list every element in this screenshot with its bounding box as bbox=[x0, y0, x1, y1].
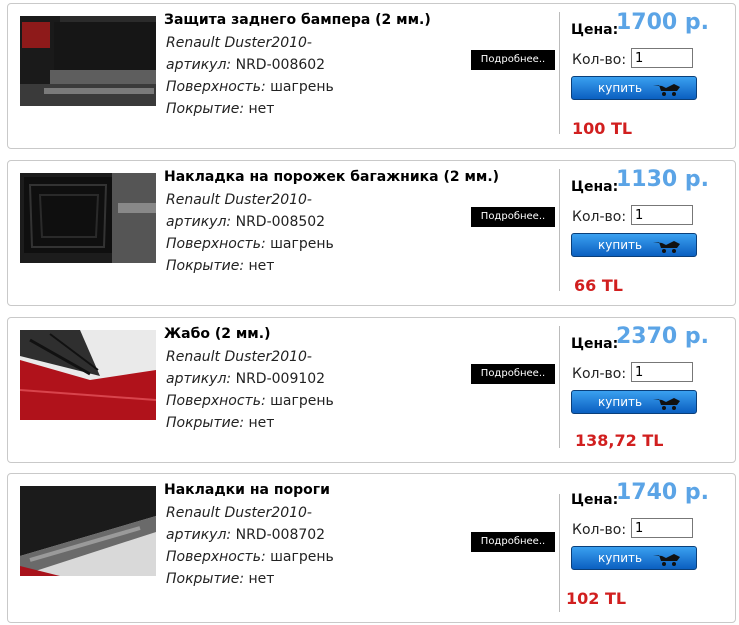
buy-button[interactable]: купить bbox=[571, 546, 697, 570]
buy-label: купить bbox=[598, 551, 643, 565]
product-model: Renault Duster2010- bbox=[166, 505, 312, 521]
product-sku: артикул: NRD-008502 bbox=[166, 214, 326, 230]
divider bbox=[559, 494, 560, 612]
quantity-label: Кол-во: bbox=[572, 209, 627, 225]
quantity-input[interactable] bbox=[631, 205, 693, 225]
tl-price: 138,72 TL bbox=[575, 431, 664, 450]
buy-button[interactable]: купить bbox=[571, 76, 697, 100]
product-image-windshield-cowl[interactable] bbox=[20, 330, 156, 420]
product-sku: артикул: NRD-009102 bbox=[166, 371, 326, 387]
price-label: Цена: bbox=[571, 336, 619, 352]
product-coating: Покрытие: нет bbox=[166, 258, 275, 274]
product-title[interactable]: Накладки на пороги bbox=[164, 482, 330, 498]
buy-button[interactable]: купить bbox=[571, 233, 697, 257]
product-model: Renault Duster2010- bbox=[166, 349, 312, 365]
tl-price: 100 TL bbox=[572, 119, 633, 138]
product-model: Renault Duster2010- bbox=[166, 35, 312, 51]
product-surface: Поверхность: шагрень bbox=[166, 236, 334, 252]
details-button[interactable]: Подробнее.. bbox=[471, 364, 555, 384]
quantity-label: Кол-во: bbox=[572, 366, 627, 382]
product-sku: артикул: NRD-008602 bbox=[166, 57, 326, 73]
quantity-input[interactable] bbox=[631, 48, 693, 68]
cart-icon bbox=[653, 241, 680, 253]
divider bbox=[559, 169, 560, 291]
price-label: Цена: bbox=[571, 22, 619, 38]
price-label: Цена: bbox=[571, 179, 619, 195]
cart-icon bbox=[653, 398, 680, 410]
buy-label: купить bbox=[598, 395, 643, 409]
product-card: Защита заднего бампера (2 мм.) Renault D… bbox=[7, 3, 736, 149]
product-card: Накладки на пороги Renault Duster2010- а… bbox=[7, 473, 736, 623]
tl-price: 66 TL bbox=[574, 276, 623, 295]
price-label: Цена: bbox=[571, 492, 619, 508]
product-sku: артикул: NRD-008702 bbox=[166, 527, 326, 543]
product-surface: Поверхность: шагрень bbox=[166, 393, 334, 409]
product-model: Renault Duster2010- bbox=[166, 192, 312, 208]
quantity-label: Кол-во: bbox=[572, 52, 627, 68]
divider bbox=[559, 326, 560, 448]
divider bbox=[559, 12, 560, 134]
product-coating: Покрытие: нет bbox=[166, 415, 275, 431]
product-image-door-sill[interactable] bbox=[20, 486, 156, 576]
product-surface: Поверхность: шагрень bbox=[166, 79, 334, 95]
product-image-trunk-sill[interactable] bbox=[20, 173, 156, 263]
tl-price: 102 TL bbox=[566, 589, 627, 608]
buy-label: купить bbox=[598, 238, 643, 252]
product-title[interactable]: Жабо (2 мм.) bbox=[164, 326, 270, 342]
product-coating: Покрытие: нет bbox=[166, 101, 275, 117]
quantity-input[interactable] bbox=[631, 362, 693, 382]
product-card: Жабо (2 мм.) Renault Duster2010- артикул… bbox=[7, 317, 736, 463]
quantity-label: Кол-во: bbox=[572, 522, 627, 538]
details-button[interactable]: Подробнее.. bbox=[471, 207, 555, 227]
product-coating: Покрытие: нет bbox=[166, 571, 275, 587]
cart-icon bbox=[653, 554, 680, 566]
details-button[interactable]: Подробнее.. bbox=[471, 532, 555, 552]
quantity-input[interactable] bbox=[631, 518, 693, 538]
buy-label: купить bbox=[598, 81, 643, 95]
price-value: 1740 р. bbox=[616, 480, 709, 505]
product-title[interactable]: Защита заднего бампера (2 мм.) bbox=[164, 12, 431, 28]
price-value: 1700 р. bbox=[616, 10, 709, 35]
product-title[interactable]: Накладка на порожек багажника (2 мм.) bbox=[164, 169, 499, 185]
product-surface: Поверхность: шагрень bbox=[166, 549, 334, 565]
product-card: Накладка на порожек багажника (2 мм.) Re… bbox=[7, 160, 736, 306]
buy-button[interactable]: купить bbox=[571, 390, 697, 414]
details-button[interactable]: Подробнее.. bbox=[471, 50, 555, 70]
price-value: 1130 р. bbox=[616, 167, 709, 192]
price-value: 2370 р. bbox=[616, 324, 709, 349]
cart-icon bbox=[653, 84, 680, 96]
product-image-rear-bumper[interactable] bbox=[20, 16, 156, 106]
